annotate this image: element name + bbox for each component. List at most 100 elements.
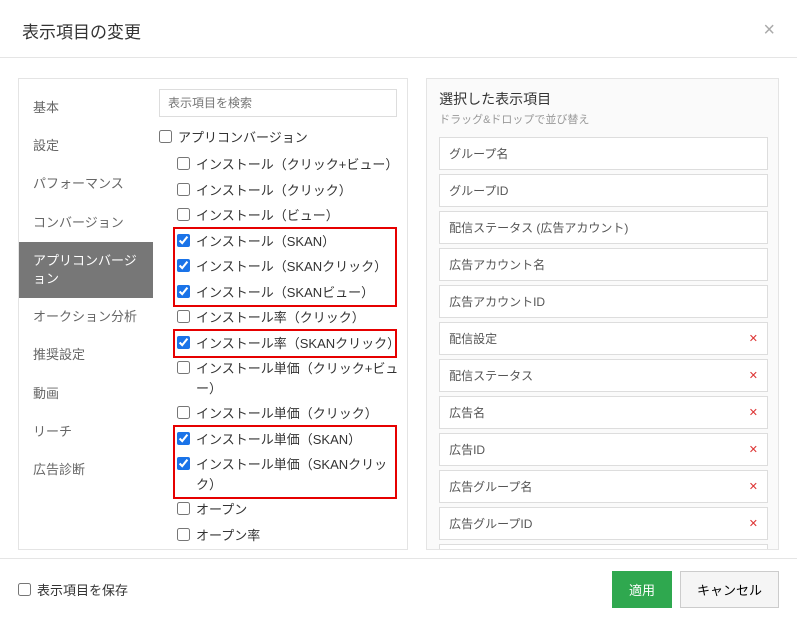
option-label: インストール（クリック+ビュー） bbox=[196, 155, 401, 175]
category-item[interactable]: 広告診断 bbox=[19, 451, 153, 489]
category-list: 基本設定パフォーマンスコンバージョンアプリコンバージョンオークション分析推奨設定… bbox=[19, 79, 153, 549]
option-item[interactable]: インストール（SKAN） bbox=[177, 229, 401, 255]
selected-item[interactable]: グループID bbox=[439, 174, 768, 207]
selected-item-label: 配信設定 bbox=[449, 330, 497, 347]
save-label: 表示項目を保存 bbox=[37, 580, 128, 599]
selected-item[interactable]: 配信ステータス (広告アカウント) bbox=[439, 211, 768, 244]
selected-item-label: 広告ID bbox=[449, 441, 485, 458]
option-label: インストール単価（クリック） bbox=[196, 404, 401, 424]
cancel-button[interactable]: キャンセル bbox=[680, 571, 779, 608]
column-settings-modal: 表示項目の変更 × 基本設定パフォーマンスコンバージョンアプリコンバージョンオー… bbox=[0, 0, 797, 625]
options-list: インストール（クリック+ビュー） インストール（クリック）インストール（ビュー） イ… bbox=[159, 152, 401, 548]
option-item[interactable]: インストール単価（SKANクリック） bbox=[177, 452, 401, 497]
remove-icon[interactable]: ✕ bbox=[749, 517, 758, 530]
selected-item-label: 配信ステータス (広告アカウント) bbox=[449, 219, 628, 236]
category-item[interactable]: アプリコンバージョン bbox=[19, 242, 153, 298]
option-checkbox[interactable] bbox=[177, 234, 190, 247]
selected-item-label: 広告名 bbox=[449, 404, 485, 421]
option-checkbox[interactable] bbox=[177, 183, 190, 196]
option-label: オープン率 bbox=[196, 526, 401, 546]
option-item[interactable]: インストール単価（クリック+ビュー） bbox=[177, 356, 401, 401]
option-checkbox[interactable] bbox=[177, 285, 190, 298]
selected-item-label: 広告アカウントID bbox=[449, 293, 545, 310]
search-input[interactable] bbox=[159, 89, 397, 117]
remove-icon[interactable]: ✕ bbox=[749, 406, 758, 419]
option-checkbox[interactable] bbox=[177, 502, 190, 515]
selected-item[interactable]: 広告ID ✕ bbox=[439, 433, 768, 466]
option-item[interactable]: インストール（クリック+ビュー） bbox=[177, 152, 401, 178]
category-item[interactable]: 動画 bbox=[19, 375, 153, 413]
option-item[interactable]: インストール単価（SKAN） bbox=[177, 427, 401, 453]
option-checkbox[interactable] bbox=[177, 361, 190, 374]
options-column[interactable]: アプリコンバージョン インストール（クリック+ビュー）インストール（クリック）イ… bbox=[153, 79, 407, 549]
option-checkbox[interactable] bbox=[177, 259, 190, 272]
selected-item[interactable]: 広告アカウントID bbox=[439, 285, 768, 318]
selected-item[interactable]: キャンペーン名✕ bbox=[439, 544, 768, 550]
option-label: インストール単価（クリック+ビュー） bbox=[196, 359, 401, 398]
option-item[interactable]: インストール率（SKANクリック） bbox=[177, 331, 401, 357]
option-label: インストール率（クリック） bbox=[196, 308, 401, 328]
option-label: インストール単価（SKANクリック） bbox=[196, 455, 401, 494]
option-checkbox[interactable] bbox=[177, 157, 190, 170]
remove-icon[interactable]: ✕ bbox=[749, 369, 758, 382]
option-checkbox[interactable] bbox=[177, 457, 190, 470]
option-checkbox[interactable] bbox=[177, 336, 190, 349]
selected-item-label: 広告グループID bbox=[449, 515, 532, 532]
selected-item-label: 広告グループ名 bbox=[449, 478, 532, 495]
footer-buttons: 適用 キャンセル bbox=[612, 571, 779, 608]
selected-item[interactable]: 広告グループ名 ✕ bbox=[439, 470, 768, 503]
remove-icon[interactable]: ✕ bbox=[749, 480, 758, 493]
remove-icon[interactable]: ✕ bbox=[749, 332, 758, 345]
selected-item-label: グループID bbox=[449, 182, 508, 199]
option-label: インストール（SKANビュー） bbox=[196, 283, 401, 303]
category-item[interactable]: パフォーマンス bbox=[19, 165, 153, 203]
category-item[interactable]: オークション分析 bbox=[19, 298, 153, 336]
modal-title: 表示項目の変更 bbox=[22, 18, 141, 43]
category-item[interactable]: リーチ bbox=[19, 413, 153, 451]
option-label: オープン bbox=[196, 500, 401, 520]
selected-item[interactable]: 広告グループID ✕ bbox=[439, 507, 768, 540]
close-icon[interactable]: × bbox=[763, 19, 775, 42]
selected-item-label: 広告アカウント名 bbox=[449, 256, 545, 273]
selected-item[interactable]: グループ名 bbox=[439, 137, 768, 170]
option-item[interactable]: インストール（ビュー） bbox=[177, 203, 401, 229]
option-checkbox[interactable] bbox=[177, 528, 190, 541]
option-checkbox[interactable] bbox=[177, 208, 190, 221]
selected-item[interactable]: 広告名 ✕ bbox=[439, 396, 768, 429]
option-label: インストール（SKAN） bbox=[196, 232, 401, 252]
option-checkbox[interactable] bbox=[177, 310, 190, 323]
option-item[interactable]: オープン bbox=[177, 497, 401, 523]
category-item[interactable]: 基本 bbox=[19, 89, 153, 127]
selected-subtitle: ドラッグ&ドロップで並び替え bbox=[439, 111, 768, 127]
option-checkbox[interactable] bbox=[177, 432, 190, 445]
option-label: インストール（ビュー） bbox=[196, 206, 401, 226]
category-item[interactable]: コンバージョン bbox=[19, 204, 153, 242]
selected-item[interactable]: 配信ステータス ✕ bbox=[439, 359, 768, 392]
modal-header: 表示項目の変更 × bbox=[0, 0, 797, 58]
modal-footer: 表示項目を保存 適用 キャンセル bbox=[0, 558, 797, 620]
selected-item[interactable]: 配信設定 ✕ bbox=[439, 322, 768, 355]
option-item[interactable]: インストール率（クリック） bbox=[177, 305, 401, 331]
group-checkbox[interactable] bbox=[159, 130, 172, 143]
apply-button[interactable]: 適用 bbox=[612, 571, 672, 608]
option-item[interactable]: インストール単価（クリック） bbox=[177, 401, 401, 427]
option-group-header[interactable]: アプリコンバージョン bbox=[159, 127, 401, 146]
option-label: インストール率（SKANクリック） bbox=[196, 334, 401, 354]
option-label: インストール単価（SKAN） bbox=[196, 430, 401, 450]
modal-body: 基本設定パフォーマンスコンバージョンアプリコンバージョンオークション分析推奨設定… bbox=[0, 58, 797, 558]
category-item[interactable]: 設定 bbox=[19, 127, 153, 165]
option-item[interactable]: インストール（SKANクリック） bbox=[177, 254, 401, 280]
save-columns-checkbox[interactable]: 表示項目を保存 bbox=[18, 580, 128, 599]
save-checkbox-input[interactable] bbox=[18, 583, 31, 596]
selected-item[interactable]: 広告アカウント名 bbox=[439, 248, 768, 281]
option-checkbox[interactable] bbox=[177, 406, 190, 419]
remove-icon[interactable]: ✕ bbox=[749, 443, 758, 456]
group-label: アプリコンバージョン bbox=[178, 127, 308, 146]
option-item[interactable]: オープン率 bbox=[177, 523, 401, 549]
selected-title: 選択した表示項目 bbox=[439, 89, 768, 109]
option-item[interactable]: インストール（クリック） bbox=[177, 178, 401, 204]
selected-item-label: 配信ステータス bbox=[449, 367, 533, 384]
category-item[interactable]: 推奨設定 bbox=[19, 336, 153, 374]
option-item[interactable]: インストール（SKANビュー） bbox=[177, 280, 401, 306]
selected-list: グループ名グループID 配信ステータス (広告アカウント) 広告アカウント名広告アカ… bbox=[439, 137, 768, 550]
